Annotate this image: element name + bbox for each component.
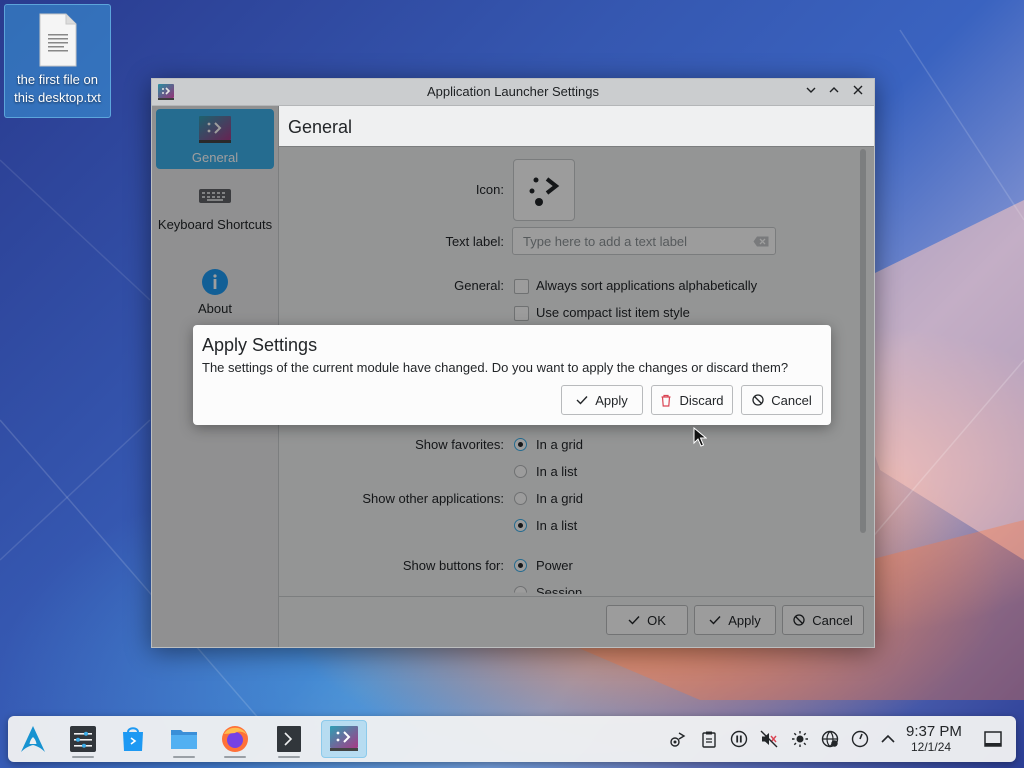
- cancel-icon: [752, 394, 764, 406]
- mouse-cursor-icon: [693, 427, 707, 447]
- page-title: General: [288, 117, 353, 137]
- clock-time[interactable]: 9:37 PM: [906, 723, 962, 740]
- media-pause-icon[interactable]: [730, 730, 748, 748]
- discover-app-icon: [123, 727, 143, 751]
- firefox-icon: [222, 726, 248, 752]
- task-application-launcher-settings[interactable]: [321, 720, 367, 758]
- desktop-file-label: the first file on this desktop.txt: [14, 72, 101, 105]
- text-file-icon: [38, 12, 78, 68]
- task-discover[interactable]: [114, 720, 152, 758]
- show-desktop-icon[interactable]: [983, 729, 1003, 749]
- clipboard-icon[interactable]: [700, 730, 718, 748]
- trash-icon: [661, 394, 671, 407]
- task-firefox[interactable]: [216, 720, 254, 758]
- chevron-up-icon[interactable]: [879, 730, 897, 748]
- dialog-title: Apply Settings: [202, 335, 318, 355]
- task-file-manager[interactable]: [165, 720, 203, 758]
- desktop-file[interactable]: the first file on this desktop.txt: [4, 4, 111, 118]
- launcher-icon: [330, 726, 358, 751]
- brightness-icon[interactable]: [791, 730, 809, 748]
- clock-date[interactable]: 12/1/24: [911, 740, 951, 754]
- taskbar: 9:37 PM 12/1/24: [8, 716, 1016, 762]
- apply-settings-dialog: Apply Settings The settings of the curre…: [193, 325, 831, 425]
- volume-muted-icon[interactable]: [760, 730, 778, 748]
- dialog-message: The settings of the current module have …: [202, 360, 789, 375]
- task-terminal[interactable]: [270, 720, 308, 758]
- power-profile-icon[interactable]: [851, 730, 869, 748]
- dialog-cancel-label: Cancel: [771, 392, 812, 408]
- dialog-discard-button[interactable]: Discard: [651, 385, 733, 415]
- network-activity-icon[interactable]: [669, 730, 687, 748]
- folder-icon: [171, 730, 197, 749]
- dialog-cancel-button[interactable]: Cancel: [741, 385, 823, 415]
- dialog-apply-label: Apply: [595, 392, 628, 408]
- dialog-discard-label: Discard: [679, 392, 724, 408]
- task-system-settings[interactable]: [64, 720, 102, 758]
- check-icon: [576, 396, 588, 405]
- arch-logo-icon: [21, 726, 45, 752]
- terminal-icon: [277, 726, 301, 752]
- settings-app-icon: [70, 726, 96, 752]
- dialog-apply-button[interactable]: Apply: [561, 385, 643, 415]
- title-dim-overlay: [152, 79, 874, 106]
- network-globe-icon[interactable]: [821, 730, 839, 748]
- app-launcher-button[interactable]: [14, 720, 52, 758]
